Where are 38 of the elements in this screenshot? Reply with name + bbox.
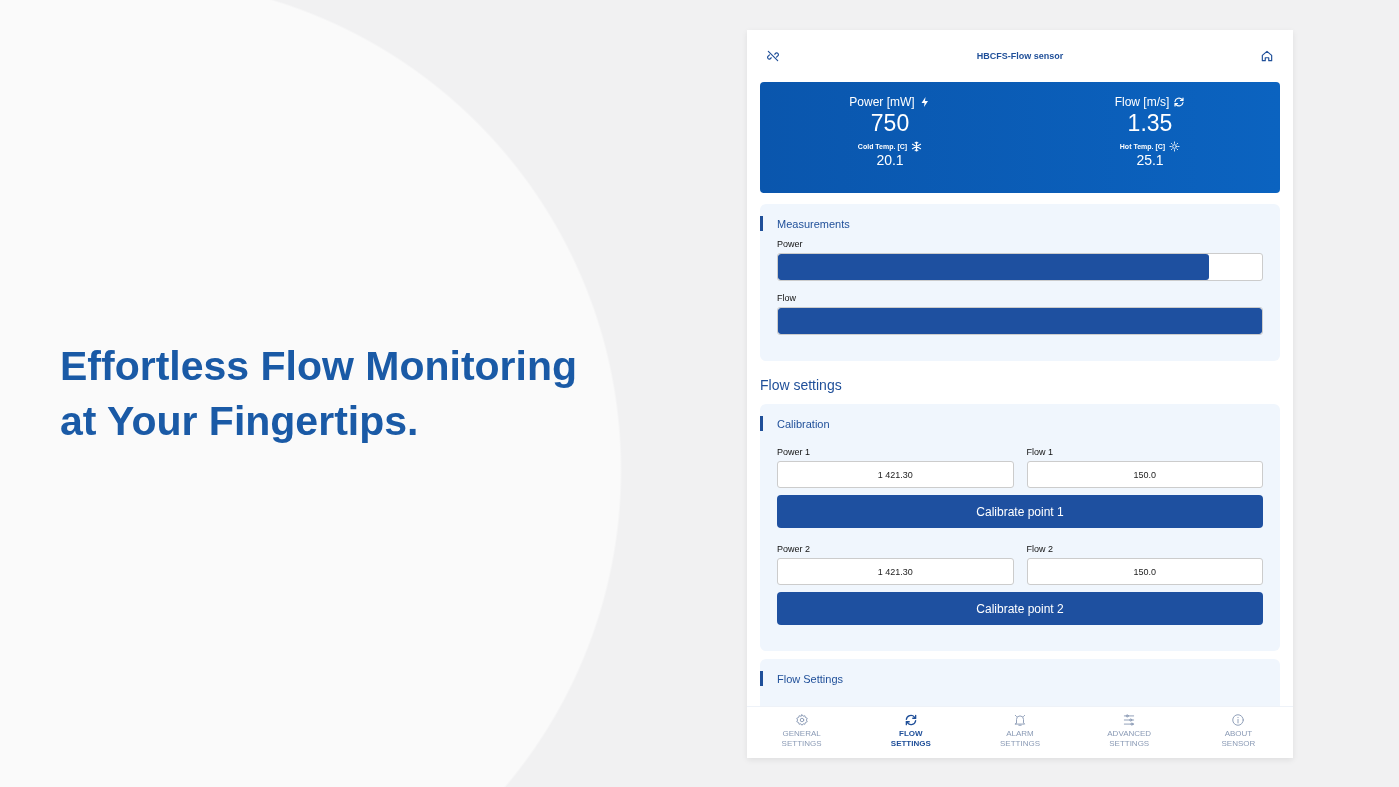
sync-icon	[903, 713, 918, 727]
unlink-icon[interactable]	[766, 49, 780, 63]
snowflake-icon	[911, 141, 923, 152]
field-label: Flow 1	[1026, 447, 1054, 457]
accent-bar	[760, 671, 763, 686]
bar-label: Flow	[777, 293, 797, 303]
home-icon[interactable]	[1260, 49, 1274, 63]
card-title: Flow Settings	[777, 672, 844, 685]
calibrate-button[interactable]: Calibrate point 1	[777, 495, 1263, 528]
input-field[interactable]: 150.0	[1026, 461, 1263, 488]
reading-label: Flow [m/s]	[1114, 95, 1170, 109]
section-title: Flow settings	[760, 377, 843, 393]
field-label: Power 2	[777, 544, 812, 554]
bell-icon	[1013, 713, 1027, 727]
sliders-icon	[1122, 713, 1137, 727]
reading-value: 750	[870, 109, 910, 137]
info-icon	[1231, 713, 1246, 727]
reading-value: 1.35	[1127, 109, 1173, 137]
field-label: Flow 2	[1026, 544, 1054, 554]
temperature-value: 25.1	[1136, 152, 1164, 169]
field-label: Power 1	[777, 447, 812, 457]
reading-label: Power [mW]	[849, 95, 915, 109]
calibrate-button[interactable]: Calibrate point 2	[777, 592, 1263, 625]
sun-icon	[1169, 141, 1181, 152]
accent-bar	[760, 216, 763, 231]
app-title: HBCFS-Flow sensor	[976, 51, 1064, 61]
card-title: Measurements	[777, 217, 850, 230]
input-field[interactable]: 1 421.30	[777, 461, 1014, 488]
card-title: Calibration	[777, 417, 830, 430]
bar-label: Power	[777, 239, 804, 249]
input-field[interactable]: 1 421.30	[777, 558, 1014, 585]
temperature-value: 20.1	[876, 152, 904, 169]
sync-icon	[1173, 96, 1186, 108]
input-field[interactable]: 150.0	[1026, 558, 1263, 585]
accent-bar	[760, 416, 763, 431]
headline: Effortless Flow Monitoring at Your Fingertips.	[60, 341, 578, 446]
gear-icon	[794, 713, 809, 727]
nav-tab[interactable]: FLOW SETTINGS	[856, 707, 966, 758]
